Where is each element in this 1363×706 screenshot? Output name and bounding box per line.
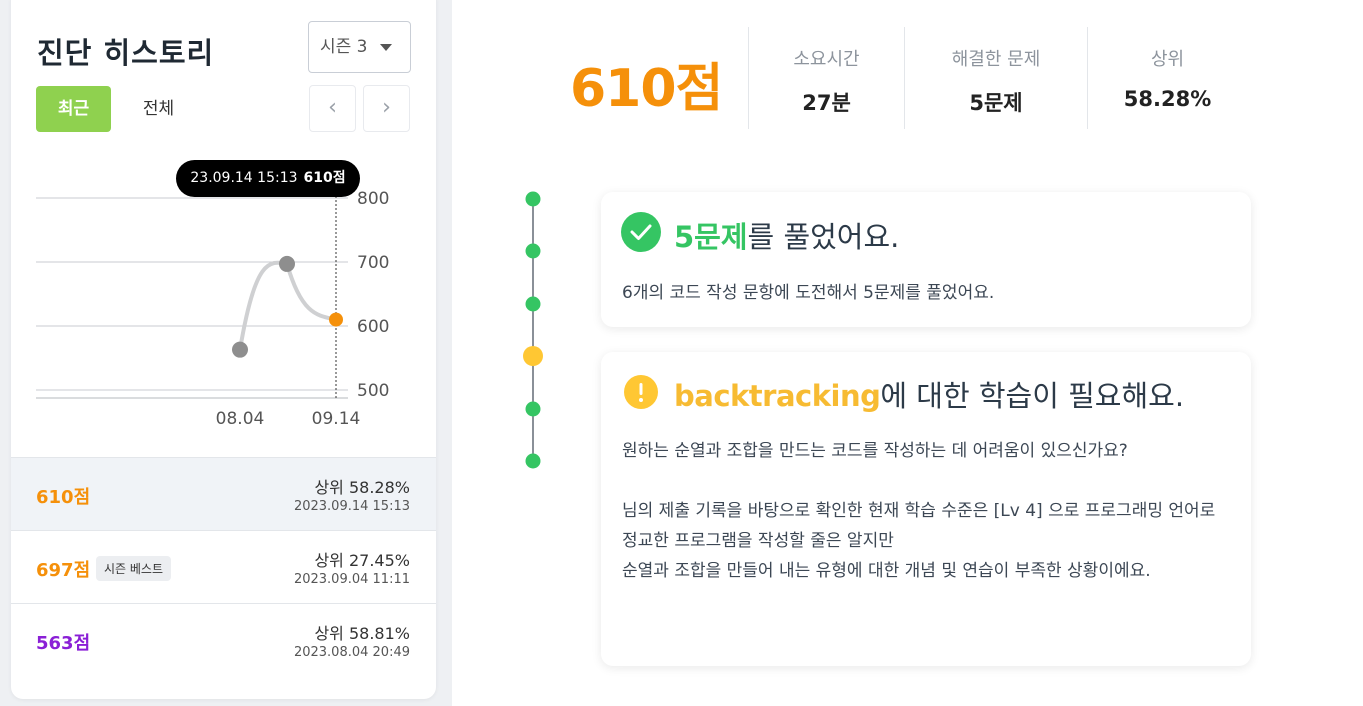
timeline-dot <box>525 401 541 417</box>
timeline-dot <box>525 191 541 207</box>
study-title-rest: 에 대한 학습이 필요해요. <box>880 379 1185 413</box>
record-score: 697점 <box>36 560 91 581</box>
stat-time-value: 27분 <box>802 91 851 115</box>
check-circle-icon <box>621 212 661 252</box>
data-point <box>232 341 248 358</box>
record-score: 610점 <box>36 487 91 508</box>
tab-recent[interactable]: 최근 <box>36 86 111 132</box>
solved-message-title: 5문제를 풀었어요. <box>674 214 899 256</box>
timeline-dot <box>525 296 541 312</box>
season-best-badge: 시즌 베스트 <box>96 556 172 581</box>
tooltip-score: 610점 <box>303 170 346 186</box>
record-date: 2023.09.04 11:11 <box>293 572 410 587</box>
tab-all[interactable]: 전체 <box>121 86 196 132</box>
season-select[interactable]: 시즌 3 <box>308 21 411 73</box>
study-topic-highlight: backtracking <box>674 379 881 413</box>
score-record-list: 610점 상위 58.28% 2023.09.14 15:13 697점 시즌 베스트 상… <box>11 457 436 676</box>
study-message-card: backtracking에 대한 학습이 필요해요. 원하는 순열과 조합을 만… <box>601 352 1251 666</box>
stat-rank-label: 상위 <box>1150 49 1185 70</box>
prev-page-button[interactable]: ‹ <box>309 85 356 132</box>
y-tick-label: 700 <box>357 253 389 273</box>
chevron-left-icon: ‹ <box>328 95 337 120</box>
chart-tooltip: 23.09.14 15:13 610점 <box>176 160 360 197</box>
data-point <box>329 312 343 327</box>
progress-timeline <box>523 191 543 469</box>
season-select-value: 시즌 3 <box>320 37 368 57</box>
study-message-title: backtracking에 대한 학습이 필요해요. <box>674 373 1184 415</box>
score-record-row[interactable]: 563점 상위 58.81% 2023.08.04 20:49 <box>11 603 436 676</box>
record-rank: 상위 58.81% <box>314 624 410 643</box>
history-title: 진단 히스토리 <box>37 36 215 70</box>
record-date: 2023.09.14 15:13 <box>293 499 410 514</box>
timeline-dot <box>525 243 541 259</box>
stat-solved: 해결한 문제 5문제 <box>904 27 1087 129</box>
y-tick-label: 800 <box>357 189 389 209</box>
y-tick-label: 600 <box>357 317 389 337</box>
solved-title-rest: 를 풀었어요. <box>747 220 900 254</box>
solved-count-highlight: 5문제 <box>674 220 748 254</box>
stat-solved-label: 해결한 문제 <box>951 49 1041 70</box>
data-point <box>279 255 295 272</box>
tooltip-date: 23.09.14 15:13 <box>190 170 298 186</box>
record-score: 563점 <box>36 633 91 654</box>
stat-time: 소요시간 27분 <box>748 27 904 129</box>
exclamation-circle-icon <box>624 375 658 409</box>
score-record-row[interactable]: 697점 시즌 베스트 상위 27.45% 2023.09.04 11:11 <box>11 530 436 603</box>
stat-solved-value: 5문제 <box>969 91 1023 115</box>
stat-rank-value: 58.28% <box>1123 87 1212 111</box>
record-date: 2023.08.04 20:49 <box>293 645 410 660</box>
record-rank: 상위 27.45% <box>314 551 410 570</box>
timeline-dot <box>525 453 541 469</box>
result-main: 610점 소요시간 27분 해결한 문제 5문제 상위 58.28% 5문제를 … <box>452 0 1363 706</box>
study-message-body: 원하는 순열과 조합을 만드는 코드를 작성하는 데 어려움이 있으신가요? 님… <box>622 441 1216 581</box>
chevron-right-icon: › <box>382 95 391 120</box>
stat-rank: 상위 58.28% <box>1087 27 1247 129</box>
record-rank: 상위 58.28% <box>314 478 410 497</box>
solved-message-card: 5문제를 풀었어요. 6개의 코드 작성 문항에 도전해서 5문제를 풀었어요. <box>601 192 1251 327</box>
x-tick-label: 09.14 <box>312 409 361 429</box>
caret-down-icon <box>380 44 392 51</box>
solved-message-body: 6개의 코드 작성 문항에 도전해서 5문제를 풀었어요. <box>622 283 995 303</box>
next-page-button[interactable]: › <box>363 85 410 132</box>
history-panel: 진단 히스토리 시즌 3 최근 전체 ‹ › 500 600 700 800 08.04… <box>11 0 436 699</box>
x-tick-label: 08.04 <box>216 409 265 429</box>
y-tick-label: 500 <box>357 381 389 401</box>
score-record-row[interactable]: 610점 상위 58.28% 2023.09.14 15:13 <box>11 457 436 530</box>
score-line <box>238 260 338 352</box>
stat-time-label: 소요시간 <box>793 49 860 70</box>
timeline-dot-current <box>523 346 543 366</box>
